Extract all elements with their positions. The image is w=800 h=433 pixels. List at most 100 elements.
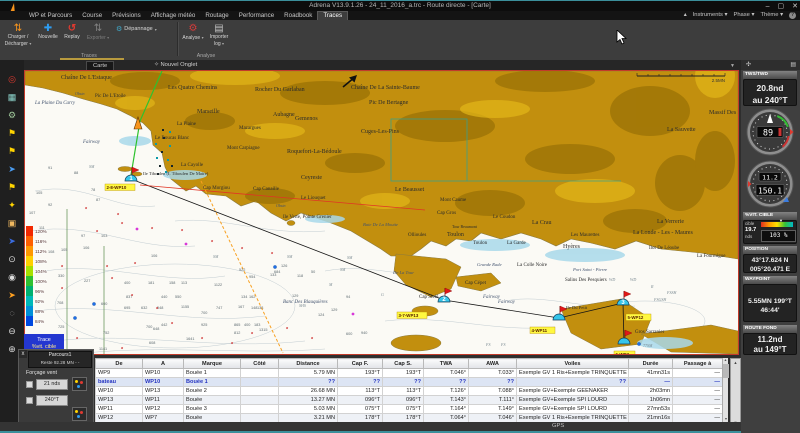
- note-icon[interactable]: ▣: [0, 214, 24, 232]
- menu-tab-traces[interactable]: Traces: [317, 11, 348, 20]
- mob-icon[interactable]: ✦: [0, 196, 24, 214]
- scrollbar-thumb[interactable]: [723, 364, 729, 378]
- menu-tab-wp-et-parcours[interactable]: WP et Parcours: [24, 11, 77, 20]
- compass-icon[interactable]: ➤: [0, 286, 24, 304]
- table-col-header[interactable]: Cap S.: [383, 359, 424, 369]
- help-icon[interactable]: ?: [789, 12, 796, 19]
- zoom-free-icon[interactable]: ◌: [0, 304, 24, 322]
- menu-tab-performance[interactable]: Performance: [234, 11, 279, 20]
- tab-dropdown-icon[interactable]: ▼: [730, 63, 735, 69]
- table-col-header[interactable]: De: [96, 359, 143, 369]
- menu-tab-roadbook[interactable]: Roadbook: [279, 11, 317, 20]
- exporter-button[interactable]: ⇅ Exporter ▾: [85, 22, 111, 52]
- chart-place-label: Pic De L'Etoile: [95, 94, 126, 99]
- route-icon[interactable]: ⚑: [0, 124, 24, 142]
- replay-button[interactable]: ↺ Replay: [61, 22, 83, 52]
- menu-tab-affichage-m-t-o[interactable]: Affichage météo: [146, 11, 201, 20]
- wind-speed-checkbox[interactable]: [26, 381, 33, 388]
- menu-phase[interactable]: Phase ▾: [733, 11, 754, 20]
- table-cell: [241, 378, 279, 387]
- chart-place-label: G: [381, 292, 384, 297]
- table-col-header[interactable]: Voiles: [517, 359, 629, 369]
- legend-label: 84%: [35, 319, 44, 324]
- chart-place-label: Ile Du Petit: [566, 305, 588, 310]
- instruments-icon[interactable]: ⚙: [0, 106, 24, 124]
- position-lat: 43°17.624 N: [744, 256, 796, 265]
- marks-icon[interactable]: ⚑: [0, 178, 24, 196]
- table-row[interactable]: WP11WP12Bouée 35.03 MN075°T075°TT.164°T.…: [96, 405, 723, 414]
- chart-place-label: La Cayolle: [181, 163, 204, 168]
- table-col-header[interactable]: TWA: [424, 359, 469, 369]
- wind-dir-field[interactable]: 240°T: [36, 395, 68, 406]
- chart-place-label: Baie De La Moutte: [363, 222, 398, 227]
- depth-sounding: 129: [292, 294, 298, 298]
- table-cell: WP10: [96, 387, 143, 396]
- table-scrollbar[interactable]: ▲ ▼: [722, 358, 728, 422]
- table-col-header[interactable]: Marque: [184, 359, 241, 369]
- menu-thème[interactable]: Thème ▾: [760, 11, 783, 20]
- center-boat-icon[interactable]: ➤: [0, 232, 24, 250]
- chart-place-label: Chaîne De L'Estaque: [61, 75, 112, 81]
- analyse-button[interactable]: ⚙ Analyse ▾: [181, 22, 205, 52]
- chart-place-label: La Londe - Les - Maures: [633, 230, 693, 236]
- wind-angle-value: 89: [763, 129, 773, 139]
- tab-nouvel-onglet[interactable]: ✧ Nouvel Onglet: [148, 61, 203, 70]
- side-scrollbar[interactable]: ▲ ▼: [730, 358, 741, 428]
- table-col-header[interactable]: A: [143, 359, 184, 369]
- table-cell: 5.79 MN: [279, 369, 338, 378]
- table-cell: WP10: [143, 369, 184, 378]
- menu-tab-routage[interactable]: Routage: [200, 11, 233, 20]
- importer-log-button[interactable]: ▤ Importer log ▾: [206, 22, 232, 52]
- chart-area[interactable]: 2.5MN 9188921051071119710310610510810678…: [24, 70, 739, 355]
- table-col-header[interactable]: Distance: [279, 359, 338, 369]
- table-col-header[interactable]: Durée: [629, 359, 673, 369]
- minimize-button[interactable]: –: [766, 2, 770, 11]
- depth-sounding: 400: [244, 323, 250, 327]
- legend-label: 116%: [35, 239, 46, 244]
- zoom-point-icon[interactable]: ⊙: [0, 250, 24, 268]
- lifebuoy-icon[interactable]: ◎: [0, 70, 24, 88]
- table-cell: 26.68 MN: [279, 387, 338, 396]
- table-col-header[interactable]: AWA: [469, 359, 517, 369]
- panel-icon[interactable]: ▤: [790, 60, 796, 70]
- chart-icon[interactable]: ▦: [0, 88, 24, 106]
- wind-speed-field[interactable]: 21 nds: [36, 379, 68, 390]
- legend-swatch: [26, 316, 33, 326]
- legend-label: 112%: [35, 249, 46, 254]
- table-col-header[interactable]: Passage à: [673, 359, 723, 369]
- chart-place-label: De La Tour: [392, 270, 414, 275]
- legend-tick: 96%: [26, 286, 47, 296]
- table-row[interactable]: WP13WP11Bouée13.27 MN096°T096°TT.143°T.1…: [96, 396, 723, 405]
- table-cell: 13.27 MN: [279, 396, 338, 405]
- course-value: 150.1: [758, 187, 782, 196]
- wind-speed-picker-button[interactable]: [72, 377, 87, 391]
- depth-sounding: 91: [48, 166, 52, 170]
- table-row[interactable]: WP9WP10Bouée 15.79 MN193°T193°TT.046°T.0…: [96, 369, 723, 378]
- table-row[interactable]: WP10WP13Bouée 226.68 MN113°T113°TT.126°T…: [96, 387, 723, 396]
- menu-tab-course[interactable]: Course: [77, 11, 107, 20]
- parcours-close-button[interactable]: x: [19, 350, 27, 358]
- wind-dir-picker-button[interactable]: [72, 407, 87, 421]
- depth-sounding: 167: [238, 305, 244, 309]
- zoom-area-icon[interactable]: ◉: [0, 268, 24, 286]
- charger-decharger-button[interactable]: ⇅ Charger / Décharger ▾: [2, 22, 34, 52]
- zoom-out-icon[interactable]: ⊖: [0, 322, 24, 340]
- chart-place-label: Le Coudon: [493, 215, 516, 220]
- menu-instruments[interactable]: Instruments ▾: [693, 11, 728, 20]
- waypoint-route-icon[interactable]: ➤: [0, 160, 24, 178]
- table-col-header[interactable]: Côté: [241, 359, 279, 369]
- menu-tab-pr-visions[interactable]: Prévisions: [107, 11, 146, 20]
- table-cell: WP10: [143, 378, 184, 387]
- maximize-button[interactable]: ▢: [778, 2, 785, 11]
- gear-icon[interactable]: ✣: [746, 60, 751, 70]
- wind-dir-checkbox[interactable]: [26, 397, 33, 404]
- collapse-ribbon-icon[interactable]: ▴: [684, 11, 687, 20]
- depannage-button[interactable]: ⚙ Dépannage ▾: [116, 25, 157, 33]
- table-col-header[interactable]: Cap F.: [338, 359, 383, 369]
- chart-place-label: Ile Verte, Pointe Grenier: [283, 215, 332, 220]
- waypoint-label: 3-7-WP13: [399, 313, 419, 318]
- close-button[interactable]: ✕: [792, 2, 798, 11]
- nouvelle-button[interactable]: ✚ Nouvelle: [36, 22, 60, 52]
- waypoint-add-icon[interactable]: ⚑: [0, 142, 24, 160]
- table-row[interactable]: bateauWP10Bouée 1????????????——: [96, 378, 723, 387]
